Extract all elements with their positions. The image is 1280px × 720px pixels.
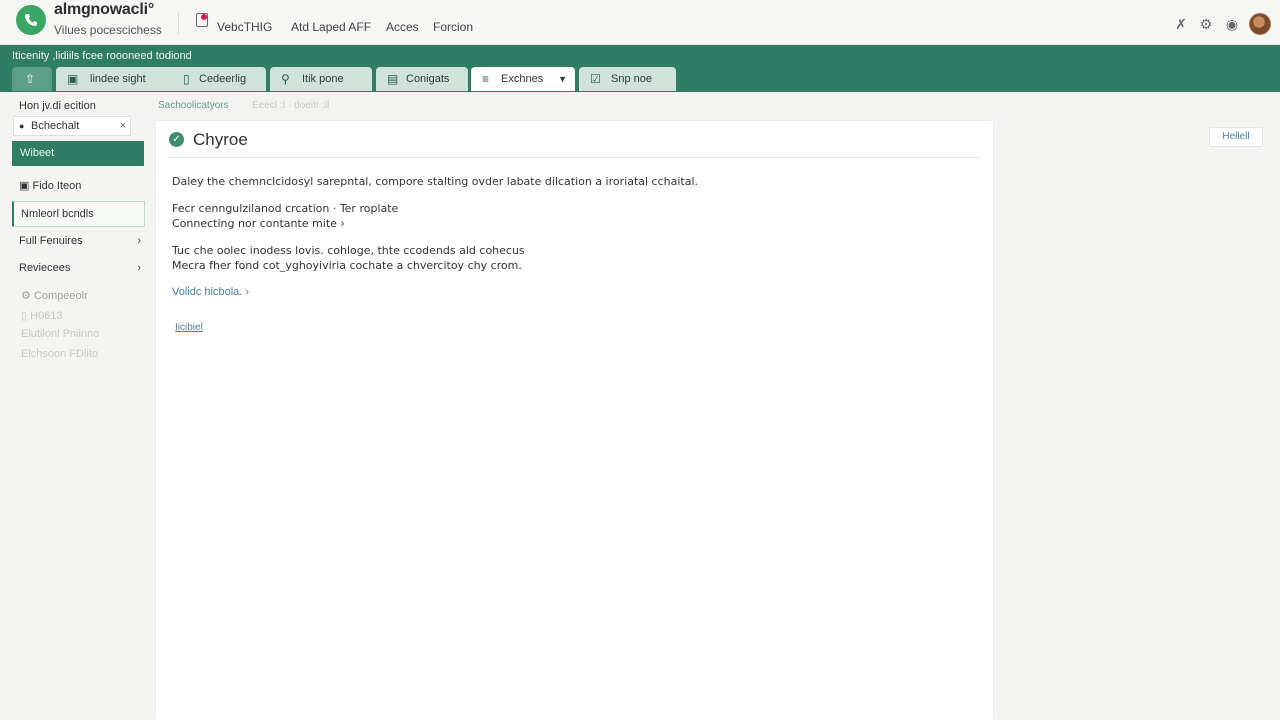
bullet-icon: ● [19,121,25,131]
sidebar-faded-item[interactable]: ⚙ Compeeolr [21,289,88,302]
tab-itik-pone[interactable]: ⚲ Itik pone [270,67,372,91]
paragraph-3-line-2: Mecra fher fond cot_yghoyiviria cochate … [172,259,522,272]
sidebar-item-reviecees[interactable]: Reviecees › [12,256,145,280]
help-icon[interactable]: ◉ [1224,16,1240,32]
title-divider [168,157,980,158]
sidebar-faded-item[interactable]: Elutilonl Pniinno [21,328,99,340]
sidebar-item-nmleorl[interactable]: Nmleorl bcndls [12,201,145,227]
close-icon[interactable]: × [120,117,126,135]
phone-icon [25,14,37,26]
sidebar-faded-item[interactable]: Elchsoon FDlito [21,348,98,360]
sidebar-item-fido-iteon[interactable]: ▣ Fido Iteon [12,174,145,198]
document-icon: ▯ [183,72,190,86]
sidebar-item-label: Full Fenuires [19,235,83,247]
notification-icon[interactable] [196,13,208,27]
list-icon: ≡ [482,72,490,86]
chevron-down-icon[interactable]: ▼ [558,67,567,91]
brand-title: almgnowacli° [54,1,155,18]
nav-link-1[interactable]: VebcTHIG [217,20,272,34]
paragraph-2-line-1: Fecr cenngulzilanod crcation · Ter ropla… [172,202,399,215]
box-icon: ▤ [387,72,399,86]
nav-link-4[interactable]: Forcion [433,20,473,34]
tab-exchnes[interactable]: ≡ Exchnes ▼ [471,67,575,91]
pin-icon: ⚲ [281,72,290,86]
sidebar-filter-input[interactable] [31,118,116,134]
tab-label: Exchnes [501,73,544,85]
settings-icon[interactable]: ⚙ [1198,16,1214,32]
sidebar-item-label: Reviecees [19,262,71,274]
tab-snp-noe[interactable]: ☑ Snp noe [579,67,676,91]
app-logo[interactable] [16,5,46,35]
paragraph-2-line-2[interactable]: Connecting nor contante mite › [172,217,345,230]
page-title: Chyroe [193,130,248,149]
check-box-icon: ☑ [590,72,601,86]
tab-conigats[interactable]: ▤ Conigats [376,67,468,91]
tab-label: Snp noe [611,73,652,85]
navbar-breadcrumb: Iticenity ,lidiils fcee roooneed todiond [12,50,192,62]
tab-cedeerlig[interactable]: ▯ Cedeerlig [172,67,266,91]
tab-label: Itik pone [302,73,344,85]
sidebar-heading: Hon jv.di ecition [19,100,96,112]
tab-label: lindee sight [90,73,146,85]
paragraph-3-line-1: Tuc che oolec inodess lovis. cohloge, th… [172,244,525,257]
secondary-link[interactable]: Iicibiel [175,322,203,333]
tab-label: Cedeerlig [199,73,247,85]
sidebar-faded-label: Elchsoon FDlito [21,348,99,360]
nav-link-3[interactable]: Acces [386,20,419,34]
tools-icon[interactable]: ✗ [1173,16,1189,32]
tab-home[interactable]: ⇧ [12,67,52,91]
paragraph-1: Daley the chemnclcidosyl sarepntal, comp… [172,175,699,188]
chevron-right-icon: › [137,262,141,274]
document-icon: ▯ [21,310,28,322]
image-icon: ▣ [67,72,79,86]
help-button[interactable]: Hellell [1209,127,1263,147]
sidebar-faded-item[interactable]: ▯ H0613 [21,309,63,322]
sidebar-item-label: Nmleorl bcndls [21,208,94,220]
breadcrumb[interactable]: Sachoolicatyors [158,100,229,111]
header-divider [178,12,179,34]
sidebar-item-label: Fido Iteon [32,180,82,192]
image-icon: ▣ [19,180,30,192]
more-link[interactable]: Volidc hicbola. › [172,286,249,298]
nav-link-2[interactable]: Atd Laped AFF [291,20,371,34]
breadcrumb-faded: Eeecl :I · doeitr :ll [252,100,330,111]
user-avatar[interactable] [1249,13,1271,35]
settings-icon: ⚙ [21,290,31,302]
sidebar-faded-label: Compeeolr [33,290,88,302]
top-header [0,0,1280,45]
sidebar-faded-label: Elutilonl Pniinno [21,328,100,340]
sidebar-filter[interactable]: ● × [13,116,131,136]
sidebar-faded-label: H0613 [30,310,63,322]
tab-label: Conigats [406,73,450,85]
check-icon: ✓ [169,132,184,147]
sidebar-item-active[interactable]: Wibeet [12,141,144,166]
chevron-right-icon: › [137,235,141,247]
home-icon: ⇧ [25,72,36,86]
sidebar-item-full-fenuires[interactable]: Full Fenuires › [12,229,145,253]
brand-subtitle: Vilues pocescichess [54,23,162,37]
